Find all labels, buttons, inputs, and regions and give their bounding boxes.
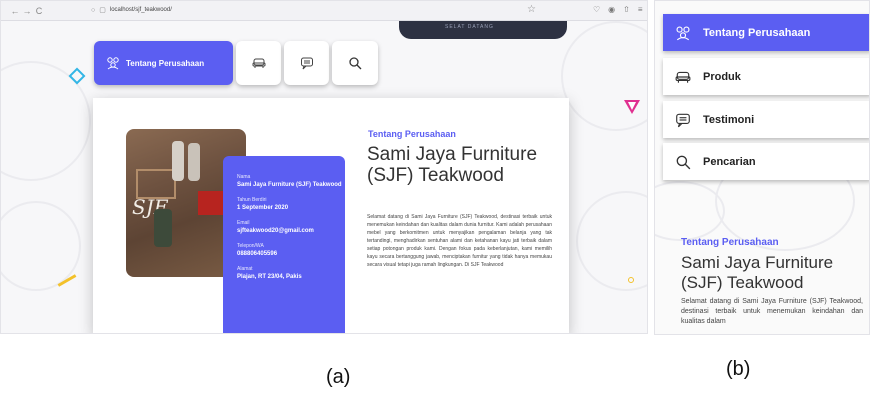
caption-b: (b) [726, 358, 751, 380]
company-title: Sami Jaya Furniture (SJF) Teakwood [367, 144, 538, 186]
info-label: Telepon/WA [237, 243, 264, 249]
bookmark-star-icon[interactable]: ☆ [527, 4, 536, 15]
forward-arrow-icon[interactable]: → [21, 6, 33, 16]
back-arrow-icon[interactable]: ← [9, 6, 21, 16]
company-icon [676, 25, 690, 40]
info-label: Alamat [237, 266, 253, 272]
page-icon: ▢ [99, 7, 106, 14]
tab-tentang-perusahaan[interactable]: Tentang Perusahaan [94, 41, 233, 85]
section-label: Tentang Perusahaan [368, 129, 456, 139]
background-ornament [576, 191, 647, 291]
nav-item-label: Testimoni [703, 113, 755, 126]
nav-item-label: Tentang Perusahaan [703, 26, 811, 39]
nav-item-pencarian[interactable]: Pencarian [663, 143, 869, 180]
section-label: Tentang Perusahaan [681, 237, 779, 248]
photo-person [188, 143, 200, 181]
nav-item-produk[interactable]: Produk [663, 58, 869, 95]
nav-item-label: Pencarian [703, 155, 756, 168]
url-text: localhost/sjf_teakwood/ [109, 7, 172, 13]
address-bar[interactable]: ○ ▢ localhost/sjf_teakwood/ [91, 6, 172, 15]
info-value: sjfteakwood20@gmail.com [237, 228, 314, 234]
info-value: Sami Jaya Furniture (SJF) Teakwood [237, 182, 342, 188]
info-value: 1 September 2020 [237, 205, 289, 211]
decor-triangle-inner [628, 102, 636, 110]
tab-testimoni[interactable] [284, 41, 329, 85]
menu-icon[interactable]: ≡ [638, 5, 643, 14]
company-icon [107, 57, 119, 70]
welcome-banner-text: SELAT DATANG [445, 24, 494, 30]
chat-icon [676, 113, 690, 127]
sofa-icon [252, 58, 265, 68]
tab-pencarian[interactable] [332, 41, 378, 85]
caption-a: (a) [326, 366, 351, 388]
company-info-card: Nama Sami Jaya Furniture (SJF) Teakwood … [223, 156, 345, 333]
photo-person [154, 209, 172, 247]
extensions-icon[interactable]: ⇧ [623, 5, 630, 14]
account-icon[interactable]: ◉ [608, 5, 615, 14]
welcome-banner: SELAT DATANG [399, 21, 567, 39]
info-label: Email [237, 220, 250, 226]
company-description: Selamat datang di Sami Jaya Furniture (S… [681, 298, 863, 325]
nav-item-testimoni[interactable]: Testimoni [663, 101, 869, 138]
tab-produk[interactable] [236, 41, 281, 85]
search-icon [676, 155, 691, 169]
company-title: Sami Jaya Furniture (SJF) Teakwood [681, 253, 834, 292]
info-label: Nama [237, 174, 251, 180]
background-ornament [655, 181, 725, 241]
pocket-icon[interactable]: ♡ [593, 5, 600, 14]
background-ornament [561, 21, 647, 131]
chat-icon [300, 57, 313, 70]
browser-toolbar: ← → C ○ ▢ localhost/sjf_teakwood/ ☆ ♡ ◉ … [1, 1, 647, 21]
browser-extension-icons: ♡ ◉ ⇧ ≡ [593, 5, 643, 14]
company-description: Selamat datang di Sami Jaya Furniture (S… [367, 214, 552, 268]
shield-icon: ○ [91, 6, 96, 14]
nav-item-label: Produk [703, 70, 741, 83]
mobile-screenshot: Tentang Perusahaan Produk Testimoni Penc… [654, 0, 870, 335]
photo-person [172, 141, 184, 181]
sofa-icon [675, 71, 691, 83]
decor-circle [628, 277, 634, 283]
nav-item-tentang-perusahaan[interactable]: Tentang Perusahaan [663, 14, 869, 51]
info-label: Tahun Berdiri [237, 197, 267, 203]
search-icon [349, 57, 362, 70]
info-value: Plajan, RT 23/04, Pakis [237, 274, 302, 280]
info-value: 088806405596 [237, 251, 278, 257]
tab-label: Tentang Perusahaan [126, 58, 205, 68]
reload-icon[interactable]: C [33, 6, 45, 16]
desktop-screenshot: ← → C ○ ▢ localhost/sjf_teakwood/ ☆ ♡ ◉ … [0, 0, 648, 334]
